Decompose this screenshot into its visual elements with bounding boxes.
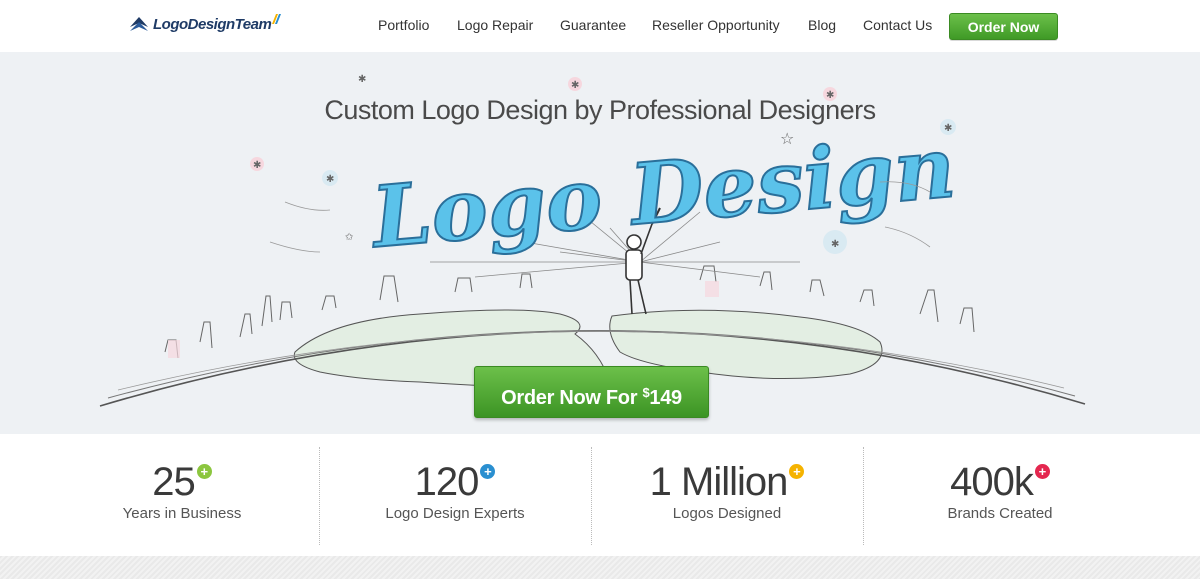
plus-icon: + [1034, 464, 1050, 479]
stats-bar: 25 + Years in Business 120 + Logo Design E… [0, 434, 1200, 556]
plus-icon: + [196, 464, 212, 479]
stat-experts: 120 + Logo Design Experts [319, 434, 591, 556]
stat-value: 25 [152, 460, 195, 504]
stat-brands: 400k + Brands Created [863, 434, 1137, 556]
svg-text:✱: ✱ [831, 239, 839, 250]
stat-label: Logo Design Experts [385, 505, 525, 522]
site-header: LogoDesignTeam Portfolio Logo Repair Gua… [0, 0, 1200, 52]
hero-banner: Logo Design ✱ ✱ ✱ ✱ ✱ ✱ ✱ ✩ ☆ Custom Log… [0, 52, 1200, 434]
stat-label: Years in Business [122, 505, 242, 522]
order-now-price-button[interactable]: Order Now For $149 [474, 366, 709, 418]
stat-logos: 1 Million + Logos Designed [591, 434, 863, 556]
svg-text:✱: ✱ [326, 174, 334, 185]
nav-blog[interactable]: Blog [808, 17, 836, 33]
svg-text:✩: ✩ [345, 232, 354, 243]
plus-icon: + [480, 464, 496, 479]
stat-label: Brands Created [947, 505, 1053, 522]
order-now-button[interactable]: Order Now [949, 13, 1058, 40]
svg-text:✱: ✱ [358, 74, 366, 85]
section-divider-band [0, 556, 1200, 579]
stat-value: 120 [414, 460, 480, 504]
stat-value: 400k [950, 460, 1034, 504]
svg-text:☆: ☆ [780, 129, 794, 148]
plus-icon: + [789, 464, 805, 479]
stat-years: 25 + Years in Business [45, 434, 319, 556]
nav-reseller-opportunity[interactable]: Reseller Opportunity [652, 17, 780, 33]
svg-text:✱: ✱ [253, 160, 261, 171]
hero-title: Custom Logo Design by Professional Desig… [324, 95, 876, 125]
stat-label: Logos Designed [672, 505, 782, 522]
nav-portfolio[interactable]: Portfolio [378, 17, 429, 33]
stat-value: 1 Million [649, 460, 789, 504]
svg-text:✱: ✱ [571, 80, 579, 91]
hero-script-text: Logo Design [366, 117, 959, 267]
cta-label: Order Now For [501, 387, 643, 409]
nav-contact-us[interactable]: Contact Us [863, 17, 932, 33]
cta-price: 149 [649, 387, 682, 409]
nav-guarantee[interactable]: Guarantee [560, 17, 626, 33]
nav-logo-repair[interactable]: Logo Repair [457, 17, 533, 33]
